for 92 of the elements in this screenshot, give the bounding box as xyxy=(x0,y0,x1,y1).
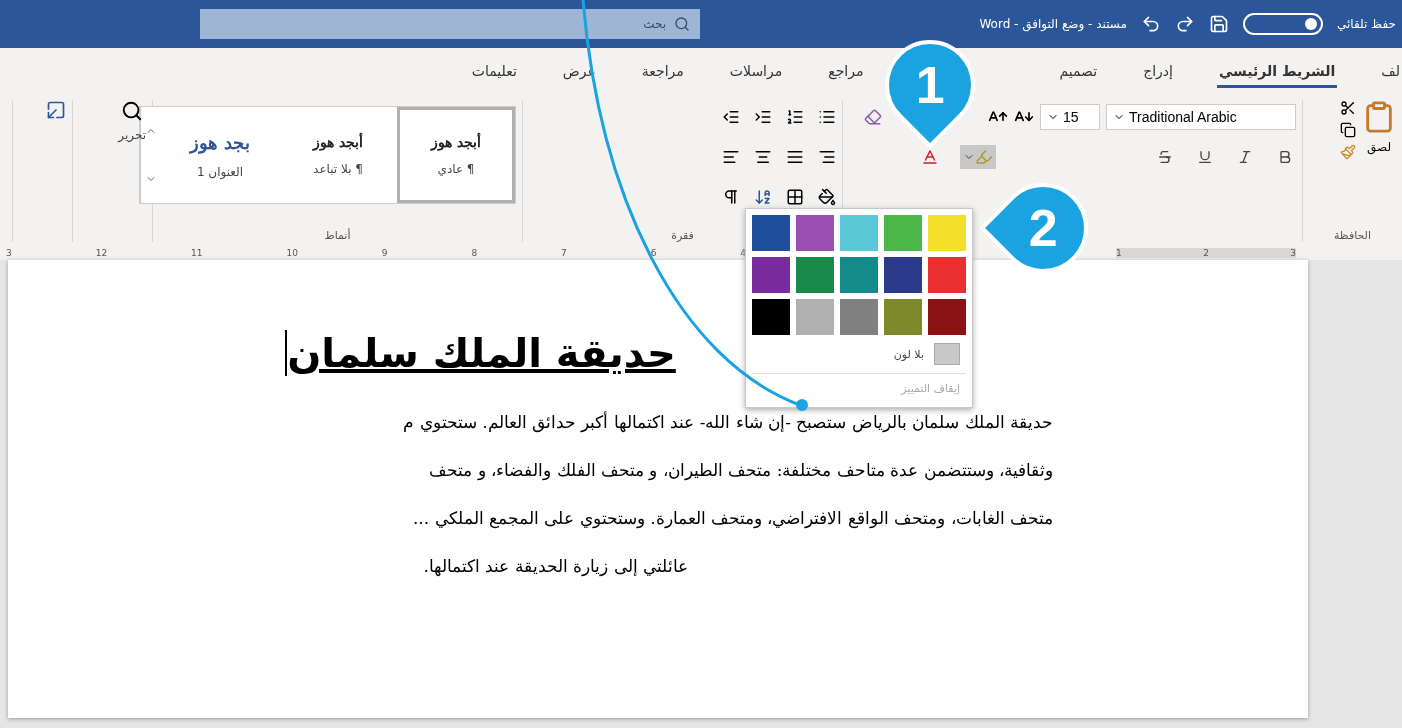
search-placeholder: بحث xyxy=(643,17,666,31)
style-item[interactable]: أبجد هوز ¶ عادي xyxy=(397,107,515,203)
ribbon-tab[interactable]: مراجع xyxy=(826,56,866,88)
document-heading: حديقة الملك سلمان xyxy=(285,330,676,376)
group-label: فقرة xyxy=(670,229,695,242)
ribbon-tab[interactable]: الشريط الرئيسي xyxy=(1216,56,1338,88)
color-swatch[interactable] xyxy=(840,215,878,251)
paragraph-line: عائلتي إلى زيارة الحديقة عند اكتمالها. xyxy=(423,555,688,578)
ribbon-tab[interactable]: إدراج xyxy=(1141,56,1175,88)
window-title: مستند - وضع التوافق - Word xyxy=(979,17,1127,31)
group-label: الحافظة xyxy=(1332,229,1372,242)
font-name-field[interactable]: Traditional Arabic xyxy=(1106,104,1296,130)
style-preview: بجد هوز xyxy=(189,131,251,153)
underline-icon xyxy=(1197,149,1213,165)
style-item[interactable]: أبجد هوز ¶ بلا تباعد xyxy=(279,107,397,203)
ruler-number: 4 xyxy=(740,248,746,258)
ribbon-tab[interactable]: تصميم xyxy=(1057,56,1100,88)
ribbon-tab[interactable]: مراجعة xyxy=(639,56,686,88)
pilcrow-icon[interactable] xyxy=(722,188,740,206)
save-icon[interactable] xyxy=(1208,14,1229,34)
numbering-icon[interactable] xyxy=(786,108,804,126)
ruler-number: 9 xyxy=(381,248,388,258)
style-preview: أبجد هوز xyxy=(313,134,363,150)
color-swatch[interactable] xyxy=(884,257,922,293)
align-right-icon[interactable] xyxy=(818,148,836,166)
color-swatch[interactable] xyxy=(840,299,878,335)
color-swatch[interactable] xyxy=(752,257,790,293)
style-name: ¶ عادي xyxy=(437,162,475,176)
color-swatch[interactable] xyxy=(884,215,922,251)
font-color-icon xyxy=(921,148,939,166)
search-icon xyxy=(674,16,690,32)
highlighter-icon xyxy=(975,148,993,166)
sort-icon[interactable] xyxy=(754,188,772,206)
color-swatch[interactable] xyxy=(928,299,966,335)
color-swatch[interactable] xyxy=(752,215,790,251)
indent-decrease-icon[interactable] xyxy=(722,108,740,126)
autosave-label: حفظ تلقائي xyxy=(1336,17,1396,31)
color-swatch[interactable] xyxy=(796,257,834,293)
color-swatch[interactable] xyxy=(752,299,790,335)
undo-icon[interactable] xyxy=(1140,14,1161,34)
ruler-number: 7 xyxy=(561,248,567,258)
font-size: 15 xyxy=(1063,109,1079,125)
align-center-icon[interactable] xyxy=(754,148,772,166)
font-size-field[interactable]: 15 xyxy=(1040,104,1100,130)
align-justify-icon[interactable] xyxy=(786,148,804,166)
borders-icon[interactable] xyxy=(786,188,804,206)
paragraph-line: حديقة الملك سلمان بالرياض ستصبح -إن شاء الله- عند اكتمالها أكبر حدائق العالم. ستحتوي م xyxy=(403,410,1053,435)
color-swatch[interactable] xyxy=(840,257,878,293)
group-label: أنماط xyxy=(323,229,352,242)
color-swatch[interactable] xyxy=(928,215,966,251)
shading-icon[interactable] xyxy=(818,188,836,206)
ruler-number: 2 xyxy=(1203,248,1209,258)
color-swatch[interactable] xyxy=(928,257,966,293)
editing-label: تحرير xyxy=(118,128,146,142)
ruler-number: 12 xyxy=(95,248,108,258)
color-swatch[interactable] xyxy=(796,299,834,335)
ribbon-tab[interactable]: لف xyxy=(1379,56,1402,88)
style-preview: أبجد هوز xyxy=(431,134,481,150)
ruler-number: 6 xyxy=(650,248,657,258)
search-field[interactable]: بحث xyxy=(200,9,700,39)
strikethrough-icon xyxy=(1157,149,1173,165)
copy-icon[interactable] xyxy=(1340,122,1356,138)
style-name: العنوان 1 xyxy=(196,164,244,179)
ribbon-tab[interactable]: مراسلات xyxy=(727,56,785,88)
ribbon-tab[interactable]: تعليمات xyxy=(469,56,519,88)
callout-number: 2 xyxy=(1028,198,1058,258)
cut-icon[interactable] xyxy=(1340,100,1356,116)
ruler-number: 8 xyxy=(471,248,478,258)
ruler-number: 10 xyxy=(286,248,298,258)
color-swatch[interactable] xyxy=(884,299,922,335)
paragraph-line: وثقافية، وستتضمن عدة متاحف مختلفة: متحف الطيران، و متحف الفلك والفضاء، و متحف xyxy=(429,459,1053,483)
clear-format-icon[interactable] xyxy=(864,108,882,126)
align-left-icon[interactable] xyxy=(722,148,740,166)
italic-icon xyxy=(1237,149,1253,165)
ruler-number: 1 xyxy=(1116,248,1122,258)
ruler-number: 3 xyxy=(6,248,12,258)
paragraph-line: متحف الغابات، ومتحف الواقع الافتراضي، ومتحف العمارة. وستحتوي على المجمع الملكي ... xyxy=(412,507,1053,531)
ruler-number: 3 xyxy=(1290,248,1296,258)
format-painter-icon[interactable] xyxy=(1340,144,1356,160)
color-swatch[interactable] xyxy=(796,215,834,251)
bold-icon xyxy=(1277,149,1293,165)
bullets-icon[interactable] xyxy=(818,108,836,126)
indent-increase-icon[interactable] xyxy=(754,108,772,126)
search-icon[interactable] xyxy=(121,100,144,122)
callout-number: 1 xyxy=(915,55,945,115)
no-color-option[interactable]: بلا لون xyxy=(752,335,966,373)
font-name: Traditional Arabic xyxy=(1129,109,1237,125)
style-name: ¶ بلا تباعد xyxy=(313,162,363,176)
paste-label: لصق xyxy=(1366,140,1392,154)
autosave-toggle[interactable] xyxy=(1242,13,1323,35)
style-item[interactable]: بجد هوز العنوان 1 xyxy=(161,107,279,203)
ruler-number: 11 xyxy=(191,248,203,258)
